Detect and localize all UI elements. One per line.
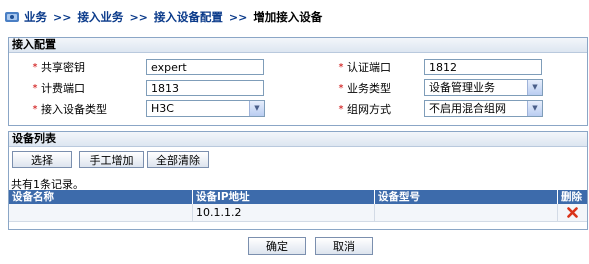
network-mode-select[interactable]: 不启用混合组网 ▼ [424,100,543,117]
shared-key-input[interactable]: expert [146,59,264,75]
access-config-title: 接入配置 [9,38,587,53]
required-mark: * [32,61,38,73]
device-type-value: H3C [151,102,174,115]
page-title: 增加接入设备 [253,10,323,24]
auth-port-row: * 认证端口 [335,59,392,75]
device-type-row: * 接入设备类型 [29,101,108,117]
device-name-cell [9,204,193,221]
device-model-cell [375,204,558,221]
chevron-down-icon[interactable]: ▼ [249,101,264,116]
column-header-device-model[interactable]: 设备型号 [375,190,558,204]
device-list-panel: 设备列表 选择 手工增加 全部清除 共有1条记录。 设备名称 设备IP地址 设备… [8,131,588,230]
device-list-title: 设备列表 [9,132,587,147]
column-header-delete: 删除 [561,191,582,203]
cancel-button[interactable]: 取消 [315,237,373,255]
device-type-label: 接入设备类型 [41,103,107,116]
required-mark: * [338,103,344,115]
service-type-select[interactable]: 设备管理业务 ▼ [424,79,543,96]
breadcrumb: 业务 >> 接入业务 >> 接入设备配置 >> 增加接入设备 [0,0,589,34]
ok-button[interactable]: 确定 [248,237,306,255]
device-ip-cell: 10.1.1.2 [193,204,375,221]
chevron-down-icon[interactable]: ▼ [527,101,542,116]
table-header: 设备名称 设备IP地址 设备型号 删除 [9,190,587,204]
acct-port-label: 计费端口 [41,82,85,95]
network-mode-label: 组网方式 [347,103,391,116]
device-type-select[interactable]: H3C ▼ [146,100,265,117]
network-mode-row: * 组网方式 [335,101,392,117]
clear-all-button[interactable]: 全部清除 [147,151,209,168]
column-header-device-ip[interactable]: 设备IP地址 [193,190,375,204]
network-mode-value: 不启用混合组网 [429,102,506,115]
shared-key-row: * 共享密钥 [29,59,86,75]
acct-port-row: * 计费端口 [29,80,86,96]
column-header-device-name[interactable]: 设备名称 [9,190,193,204]
required-mark: * [338,61,344,73]
home-icon [5,12,19,22]
manual-add-button[interactable]: 手工增加 [79,151,144,168]
shared-key-label: 共享密钥 [41,61,85,74]
table-row: 10.1.1.2 [9,204,587,222]
delete-icon[interactable] [567,207,578,218]
service-type-value: 设备管理业务 [429,81,495,94]
chevron-down-icon[interactable]: ▼ [527,80,542,95]
service-type-row: * 业务类型 [335,80,392,96]
required-mark: * [338,82,344,94]
breadcrumb-separator: >> [129,10,148,24]
required-mark: * [32,103,38,115]
breadcrumb-service[interactable]: 业务 [24,9,47,25]
breadcrumb-access-device-config[interactable]: 接入设备配置 [154,9,223,25]
auth-port-label: 认证端口 [347,61,391,74]
auth-port-input[interactable]: 1812 [424,59,542,75]
breadcrumb-separator: >> [53,10,72,24]
breadcrumb-access-service[interactable]: 接入业务 [77,9,123,25]
delete-cell [558,204,587,221]
select-button[interactable]: 选择 [12,151,72,168]
required-mark: * [32,82,38,94]
acct-port-input[interactable]: 1813 [146,80,264,96]
access-config-panel: 接入配置 * 共享密钥 expert * 计费端口 1813 * 接入设备类型 … [8,37,588,126]
breadcrumb-separator: >> [228,10,248,24]
service-type-label: 业务类型 [347,82,391,95]
